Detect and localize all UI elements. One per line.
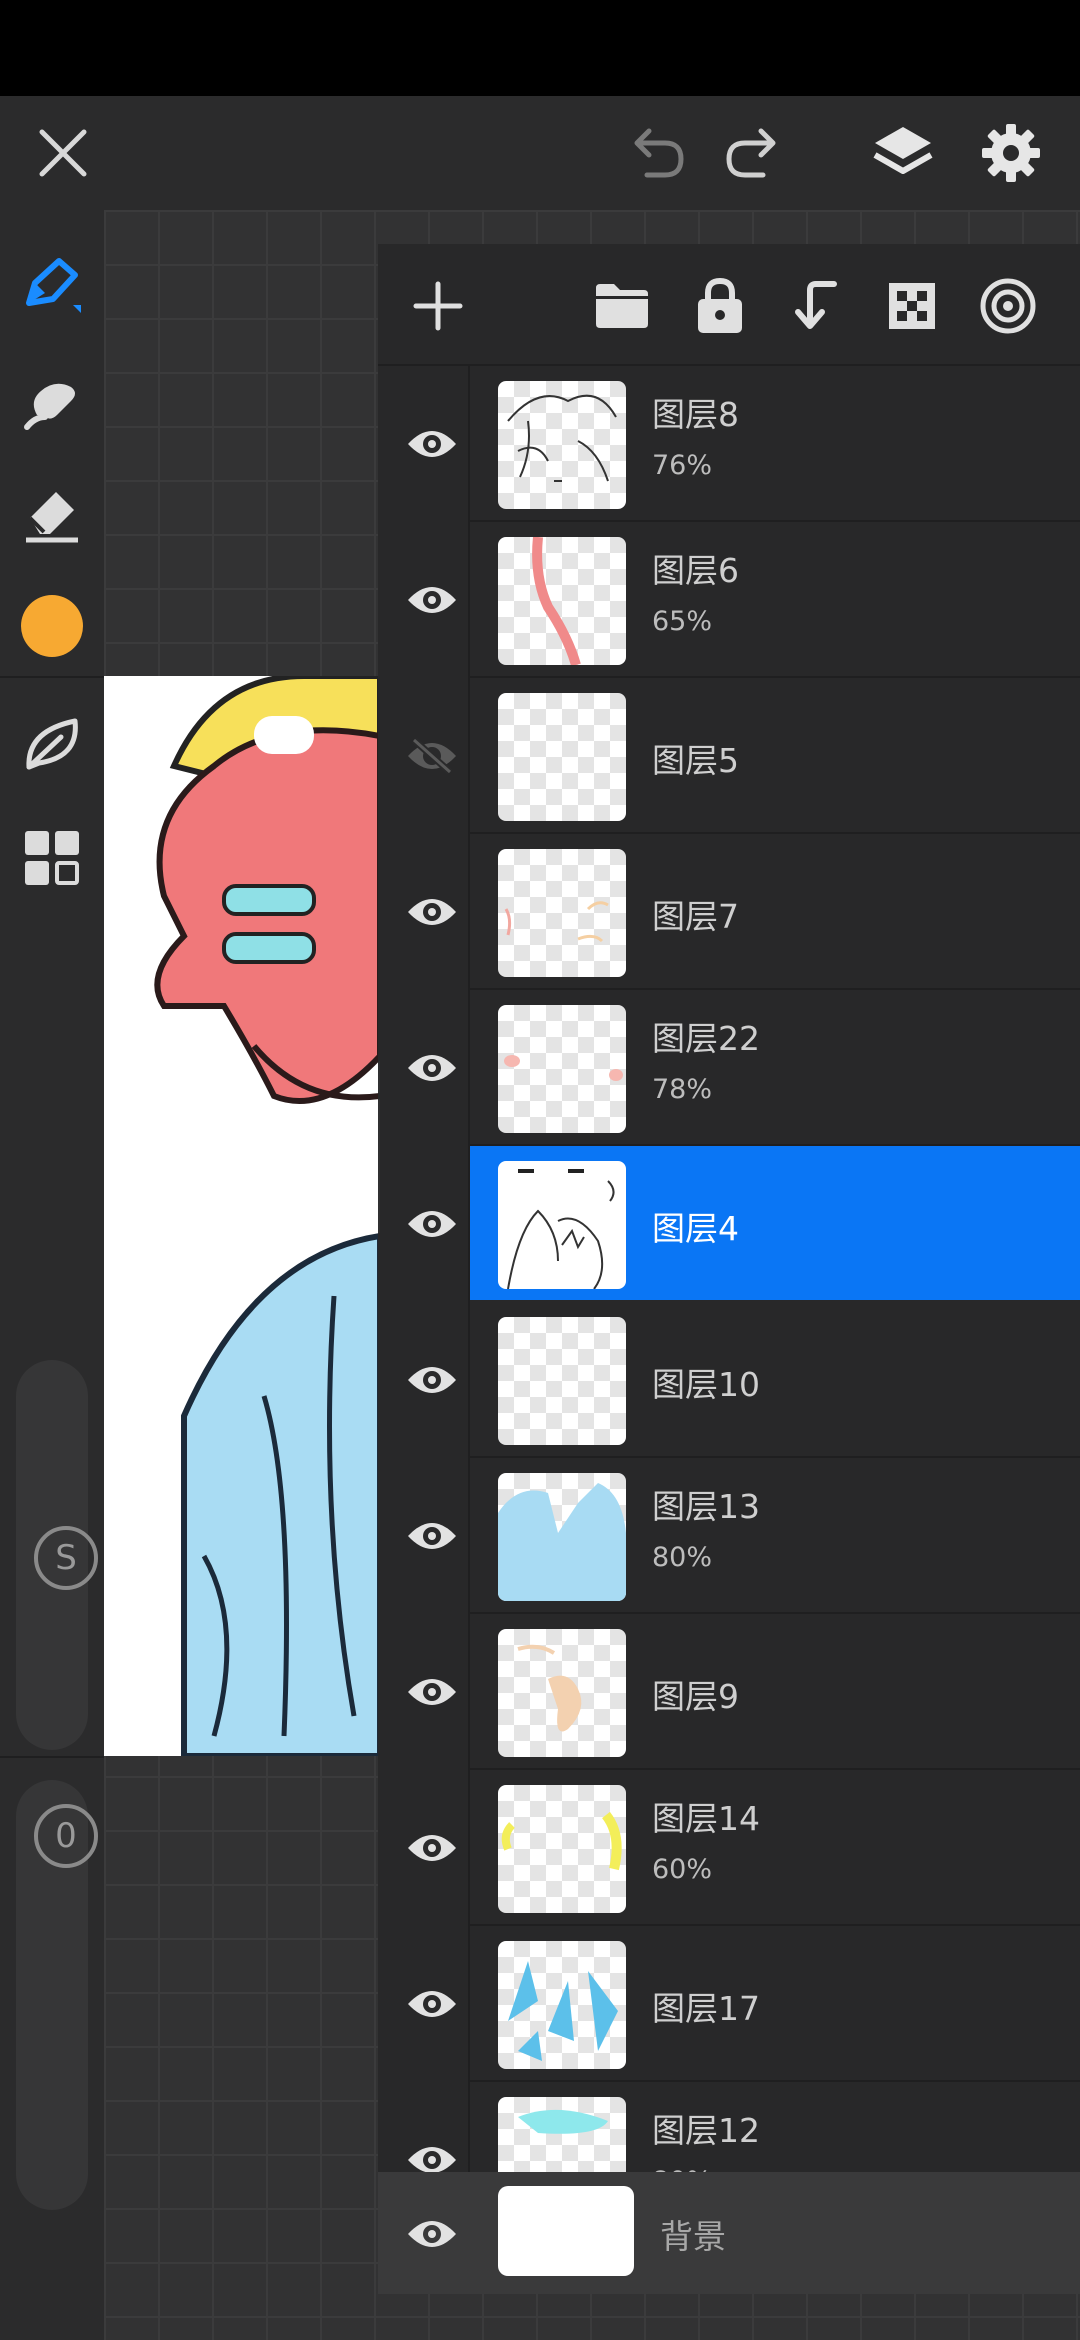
layer-row[interactable]: 图层9	[378, 1614, 1080, 1770]
eye-visible-icon[interactable]	[398, 878, 466, 946]
layer-name: 图层12	[652, 2111, 760, 2150]
top-toolbar	[0, 96, 1080, 210]
clipping-mask-icon[interactable]	[972, 270, 1044, 342]
layer-opacity: 80%	[652, 1542, 713, 1573]
layer-thumbnail	[498, 1317, 626, 1445]
layer-body[interactable]: 图层6 65%	[470, 522, 1080, 676]
opacity-slider-label: 0	[55, 1816, 77, 1856]
layers-panel: 图层8 76% 图层6 65% 图层5 图层7 图层22 78% 图层4 图层1…	[378, 244, 1080, 2294]
layer-name: 图层13	[652, 1487, 760, 1526]
layers-panel-toolbar	[378, 244, 1080, 366]
color-picker-swatch[interactable]	[12, 586, 92, 666]
current-color-swatch	[21, 595, 83, 657]
layer-opacity: 78%	[652, 1074, 713, 1105]
layer-row[interactable]: 图层14 60%	[378, 1770, 1080, 1926]
layer-body[interactable]: 图层9	[470, 1614, 1080, 1768]
opacity-slider-knob[interactable]: 0	[34, 1804, 98, 1868]
layer-row[interactable]: 图层5	[378, 678, 1080, 834]
eye-visible-icon[interactable]	[398, 410, 466, 478]
settings-gear-icon[interactable]	[972, 114, 1050, 192]
layer-thumbnail	[498, 1005, 626, 1133]
status-bar	[0, 0, 1080, 96]
brush-size-slider[interactable]: S	[16, 1360, 98, 1750]
grid-menu-icon[interactable]	[12, 818, 92, 898]
eye-visible-icon[interactable]	[398, 1502, 466, 1570]
layer-row[interactable]: 图层6 65%	[378, 522, 1080, 678]
layer-name: 图层5	[652, 741, 739, 780]
lock-icon[interactable]	[684, 270, 756, 342]
background-layer-row[interactable]: 背景	[378, 2172, 1080, 2294]
brush-tool-icon[interactable]	[12, 246, 92, 326]
eye-visible-icon[interactable]	[398, 566, 466, 634]
eye-visible-icon[interactable]	[398, 1970, 466, 2038]
eye-visible-icon[interactable]	[398, 2200, 466, 2268]
layer-thumbnail	[498, 849, 626, 977]
layer-row[interactable]: 图层10	[378, 1302, 1080, 1458]
brush-opacity-slider[interactable]: 0	[16, 1780, 98, 2210]
add-layer-icon[interactable]	[402, 270, 474, 342]
eye-visible-icon[interactable]	[398, 1346, 466, 1414]
layers-icon[interactable]	[864, 114, 942, 192]
eraser-tool-icon[interactable]	[12, 472, 92, 552]
layer-body[interactable]: 图层5	[470, 678, 1080, 832]
layer-name: 图层4	[652, 1209, 739, 1248]
eye-hidden-icon[interactable]	[398, 722, 466, 790]
layer-body[interactable]: 图层17	[470, 1926, 1080, 2080]
layer-opacity: 65%	[652, 606, 713, 637]
layer-thumbnail	[498, 381, 626, 509]
layer-name: 图层17	[652, 1989, 760, 2028]
layer-row[interactable]: 图层13 80%	[378, 1458, 1080, 1614]
layer-opacity: 76%	[652, 450, 713, 481]
layer-name: 图层8	[652, 395, 739, 434]
size-slider-knob[interactable]: S	[34, 1526, 98, 1590]
merge-down-icon[interactable]	[780, 270, 852, 342]
layer-body[interactable]: 图层4	[470, 1146, 1080, 1300]
layer-list[interactable]: 图层8 76% 图层6 65% 图层5 图层7 图层22 78% 图层4 图层1…	[378, 366, 1080, 2202]
layer-name: 图层10	[652, 1365, 760, 1404]
redo-icon[interactable]	[714, 114, 792, 192]
eye-visible-icon[interactable]	[398, 1814, 466, 1882]
layer-name: 图层9	[652, 1677, 739, 1716]
left-toolbar: S 0	[0, 210, 104, 2340]
eye-visible-icon[interactable]	[398, 1658, 466, 1726]
layer-row[interactable]: 图层7	[378, 834, 1080, 990]
leaf-icon[interactable]	[12, 704, 92, 784]
toolbar-divider	[0, 676, 104, 678]
layer-opacity: 60%	[652, 1854, 713, 1885]
layer-body[interactable]: 图层10	[470, 1302, 1080, 1456]
artwork-drawing	[154, 676, 380, 1756]
layer-body[interactable]: 图层8 76%	[470, 366, 1080, 520]
layer-body[interactable]: 图层22 78%	[470, 990, 1080, 1144]
eye-visible-icon[interactable]	[398, 1190, 466, 1258]
layer-name: 图层7	[652, 897, 739, 936]
smudge-tool-icon[interactable]	[12, 362, 92, 442]
layer-row[interactable]: 图层17	[378, 1926, 1080, 2082]
size-slider-label: S	[55, 1538, 77, 1578]
eye-visible-icon[interactable]	[398, 1034, 466, 1102]
layer-thumbnail	[498, 1473, 626, 1601]
layer-name: 图层22	[652, 1019, 760, 1058]
layer-body[interactable]: 图层13 80%	[470, 1458, 1080, 1612]
layer-row[interactable]: 图层8 76%	[378, 366, 1080, 522]
folder-icon[interactable]	[586, 270, 658, 342]
layer-name: 图层14	[652, 1799, 760, 1838]
layer-thumbnail	[498, 1629, 626, 1757]
toolbar-divider	[0, 1756, 104, 1758]
layer-body[interactable]: 图层7	[470, 834, 1080, 988]
layer-thumbnail	[498, 1161, 626, 1289]
layer-row-selected[interactable]: 图层4	[378, 1146, 1080, 1302]
background-layer-name: 背景	[660, 2217, 726, 2256]
undo-icon[interactable]	[618, 114, 696, 192]
layer-row[interactable]: 图层22 78%	[378, 990, 1080, 1146]
close-icon[interactable]	[24, 114, 102, 192]
layer-thumbnail	[498, 1785, 626, 1913]
artwork-canvas[interactable]	[104, 676, 380, 1756]
layer-body[interactable]: 图层14 60%	[470, 1770, 1080, 1924]
layer-thumbnail	[498, 693, 626, 821]
layer-thumbnail	[498, 537, 626, 665]
layer-name: 图层6	[652, 551, 739, 590]
layer-thumbnail	[498, 1941, 626, 2069]
transparency-lock-icon[interactable]	[876, 270, 948, 342]
background-thumbnail	[498, 2186, 634, 2276]
